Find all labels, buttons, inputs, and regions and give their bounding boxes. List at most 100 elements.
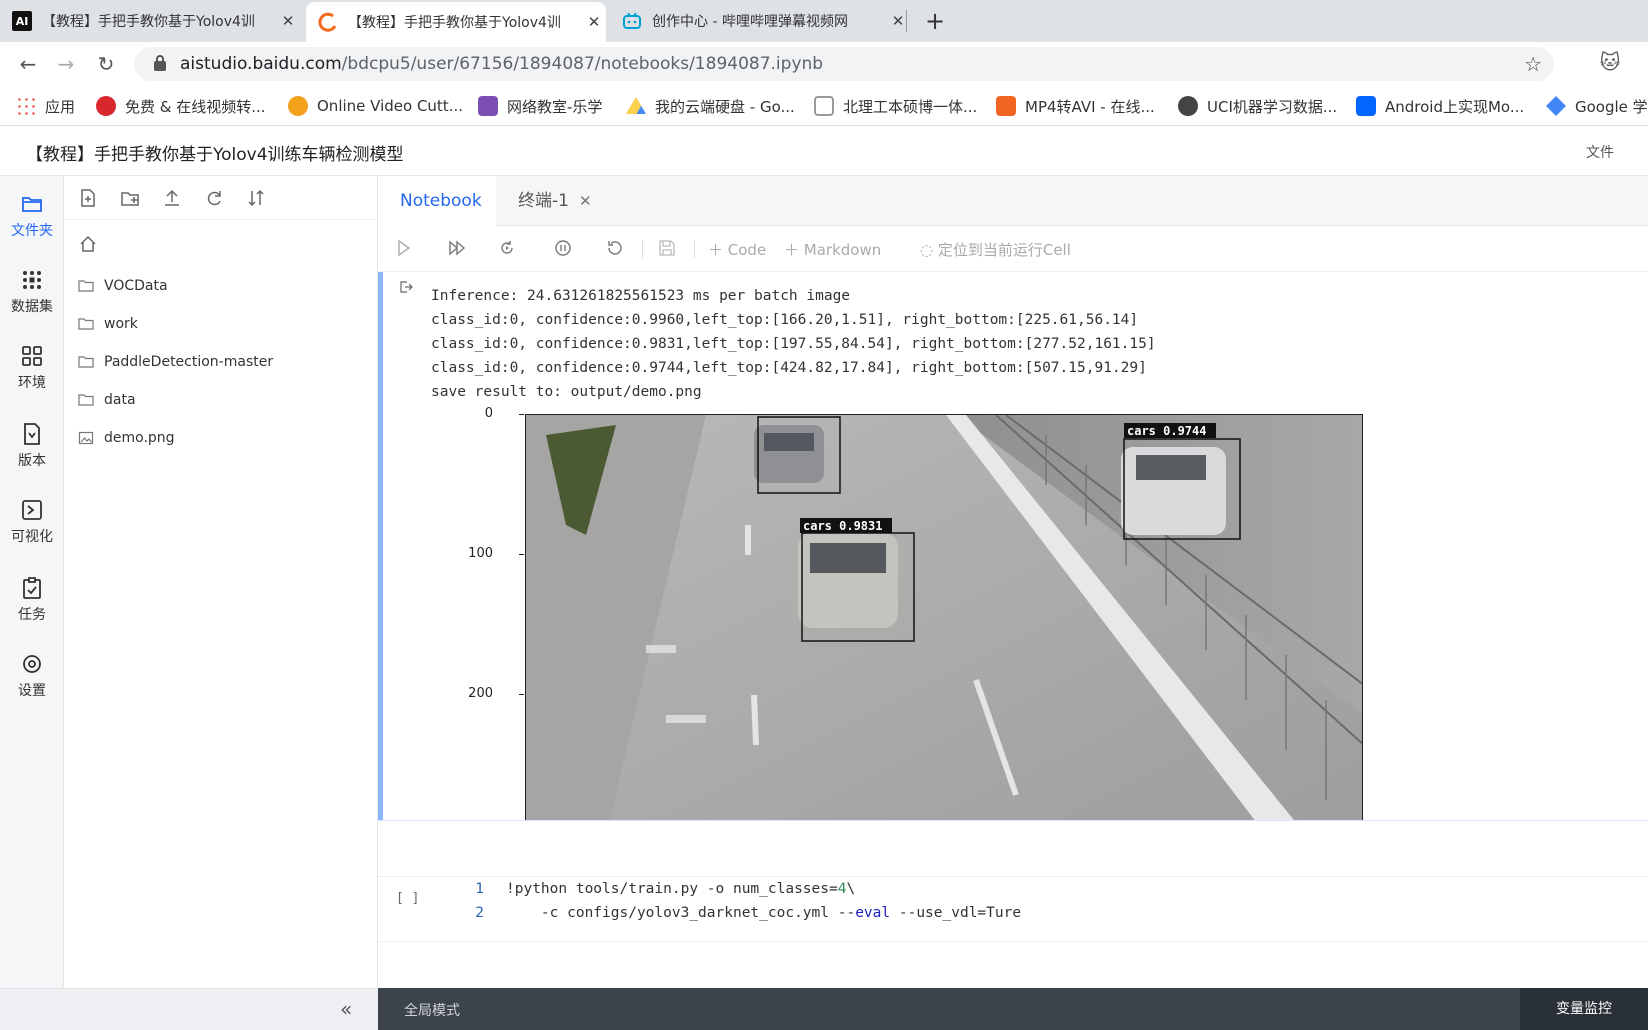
- notebook-tabs: Notebook 终端-1 ✕: [378, 176, 1648, 226]
- tab-title: 创作中心 - 哔哩哔哩弹幕视频网: [652, 14, 848, 30]
- close-icon[interactable]: ✕: [579, 192, 592, 210]
- close-tab-icon[interactable]: ✕: [276, 12, 300, 30]
- classroom-icon: [478, 96, 498, 116]
- bookmark-item[interactable]: 免费 & 在线视频转...: [96, 94, 266, 118]
- file-name: demo.png: [104, 430, 175, 446]
- file-name: VOCData: [104, 278, 168, 294]
- bookmark-item[interactable]: MP4转AVI - 在线...: [996, 94, 1155, 118]
- collapse-sidebar-icon[interactable]: «: [340, 997, 352, 1021]
- new-file-icon[interactable]: [78, 188, 98, 208]
- home-icon[interactable]: [78, 234, 98, 254]
- y-tick-label: 100: [468, 546, 493, 561]
- rail-item-environment[interactable]: 环境: [0, 336, 64, 400]
- file-item-folder[interactable]: data: [78, 388, 136, 412]
- bookmark-apps[interactable]: 应用: [16, 94, 75, 118]
- close-tab-icon[interactable]: ✕: [582, 13, 606, 31]
- tab-notebook[interactable]: Notebook: [378, 176, 496, 226]
- output-indicator-icon[interactable]: [399, 280, 413, 294]
- interrupt-icon[interactable]: [554, 239, 572, 257]
- forward-icon[interactable]: →: [54, 52, 78, 76]
- locate-label: 定位到当前运行Cell: [937, 241, 1071, 259]
- bookmark-label: MP4转AVI - 在线...: [1025, 97, 1155, 116]
- save-icon[interactable]: [658, 239, 676, 257]
- sort-icon[interactable]: [246, 188, 266, 208]
- line-number: 2: [475, 905, 484, 921]
- app-header: 【教程】手把手教你基于Yolov4训练车辆检测模型 文件: [0, 126, 1648, 176]
- file-name: work: [104, 316, 138, 332]
- rail-item-visualize[interactable]: 可视化: [0, 490, 64, 554]
- code-keyword: eval: [855, 905, 891, 921]
- code-text: --use_vdl=Ture: [890, 905, 1022, 921]
- reload-icon[interactable]: ↻: [94, 52, 118, 76]
- y-tick-label: 200: [468, 686, 493, 701]
- rail-item-task[interactable]: 任务: [0, 568, 64, 632]
- extension-icon[interactable]: 🐱: [1598, 50, 1622, 74]
- bookmark-label: UCI机器学习数据...: [1207, 97, 1338, 116]
- google-drive-icon: [626, 97, 646, 114]
- car-3: [1121, 447, 1226, 535]
- rail-item-folder[interactable]: 文件夹: [0, 184, 64, 248]
- refresh-icon[interactable]: [204, 188, 224, 208]
- restart-icon[interactable]: [606, 239, 624, 257]
- variable-monitor-button[interactable]: 变量监控: [1520, 988, 1648, 1030]
- code-text: -c configs/yolov3_darknet_coc.yml --: [506, 905, 856, 921]
- y-tick-mark: [519, 694, 524, 695]
- cell-divider: [378, 820, 1648, 821]
- output-line: class_id:0, confidence:0.9744,left_top:[…: [431, 360, 1147, 376]
- new-folder-icon[interactable]: [120, 188, 140, 208]
- file-item-folder[interactable]: VOCData: [78, 274, 168, 298]
- output-line: Inference: 24.631261825561523 ms per bat…: [431, 288, 851, 304]
- restart-run-icon[interactable]: [498, 239, 516, 257]
- add-markdown-label: Markdown: [803, 241, 882, 259]
- code-text: \: [846, 881, 856, 897]
- version-icon: [24, 423, 40, 445]
- rail-item-settings[interactable]: 设置: [0, 644, 64, 708]
- file-item-image[interactable]: demo.png: [78, 426, 175, 450]
- plus-icon: ＋: [708, 241, 728, 259]
- output-line: class_id:0, confidence:0.9831,left_top:[…: [431, 336, 1156, 352]
- file-item-folder[interactable]: work: [78, 312, 138, 336]
- y-tick-mark: [519, 554, 524, 555]
- upload-icon[interactable]: [162, 188, 182, 208]
- bookmark-item[interactable]: Online Video Cutt...: [288, 94, 463, 118]
- tab-terminal[interactable]: 终端-1 ✕: [496, 176, 614, 226]
- bookmark-item[interactable]: Google 学: [1546, 94, 1648, 118]
- bookmark-star-icon[interactable]: ☆: [1524, 52, 1542, 76]
- global-mode-toggle[interactable]: 全局模式: [404, 1000, 460, 1020]
- locate-running-cell-button[interactable]: ◌ 定位到当前运行Cell: [920, 239, 1071, 260]
- mp4-convert-icon: [996, 96, 1016, 116]
- image-file-icon: [78, 431, 94, 445]
- bookmark-item[interactable]: Android上实现Mo...: [1356, 94, 1524, 118]
- code-line[interactable]: !python tools/train.py -o num_classes=4\: [506, 881, 855, 897]
- add-code-button[interactable]: ＋ Code: [708, 239, 766, 260]
- file-panel: VOCData work PaddleDetection-master data…: [64, 176, 378, 988]
- bookmark-item[interactable]: 我的云端硬盘 - Go...: [626, 94, 795, 118]
- bookmark-item[interactable]: UCI机器学习数据...: [1178, 94, 1337, 118]
- ai-favicon-icon: AI: [12, 11, 32, 31]
- folder-icon: [22, 197, 42, 212]
- address-bar[interactable]: aistudio.baidu.com/bdcpu5/user/67156/189…: [134, 47, 1554, 81]
- rail-item-version[interactable]: 版本: [0, 414, 64, 478]
- code-line[interactable]: -c configs/yolov3_darknet_coc.yml --eval…: [506, 905, 1021, 921]
- browser-tab[interactable]: AI 【教程】手把手教你基于Yolov4训 ✕: [0, 0, 300, 42]
- add-markdown-button[interactable]: ＋ Markdown: [784, 239, 881, 260]
- browser-tab-active[interactable]: 【教程】手把手教你基于Yolov4训 ✕: [306, 2, 606, 42]
- bookmark-item[interactable]: 北理工本硕博一体...: [814, 94, 977, 118]
- detection-figure: 0 100 200 300: [433, 406, 1363, 820]
- run-all-icon[interactable]: [448, 239, 466, 257]
- file-item-folder[interactable]: PaddleDetection-master: [78, 350, 273, 374]
- run-icon[interactable]: [396, 239, 412, 257]
- menu-file[interactable]: 文件: [1586, 142, 1614, 162]
- rail-item-dataset[interactable]: 数据集: [0, 260, 64, 324]
- bookmark-label: 我的云端硬盘 - Go...: [655, 97, 795, 116]
- settings-icon: [23, 655, 41, 673]
- browser-tab[interactable]: 创作中心 - 哔哩哔哩弹幕视频网 ✕: [610, 0, 910, 42]
- code-cell[interactable]: [ ] 1 !python tools/train.py -o num_clas…: [378, 876, 1648, 942]
- output-cell: ----------------------------------------…: [378, 272, 1648, 820]
- back-icon[interactable]: ←: [16, 52, 40, 76]
- bookmark-item[interactable]: 网络教室-乐学: [478, 94, 602, 118]
- new-tab-button[interactable]: +: [920, 6, 950, 36]
- rail-label: 数据集: [11, 299, 53, 315]
- output-separator: ----------------------------------------…: [431, 272, 789, 278]
- scholar-icon: [1546, 96, 1566, 116]
